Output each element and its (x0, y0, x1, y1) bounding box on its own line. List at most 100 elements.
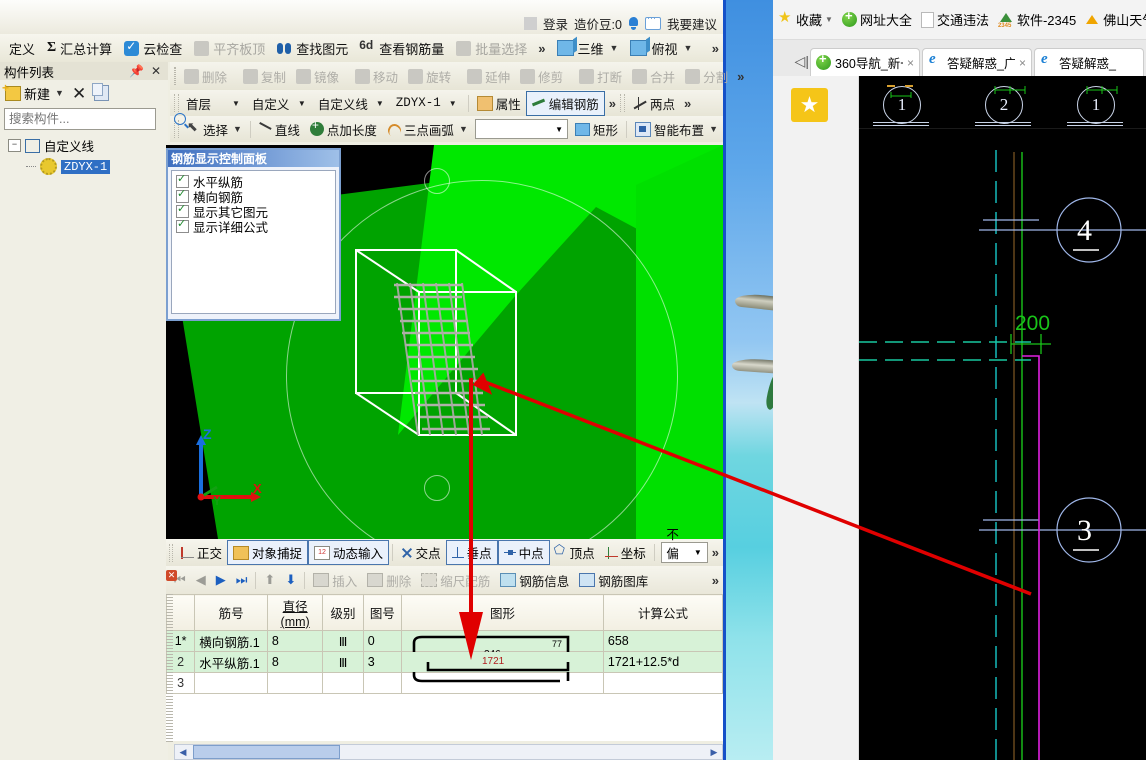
search-button[interactable] (174, 109, 186, 129)
point-add-length-tool[interactable]: 点加长度 (305, 118, 382, 141)
suggest-link[interactable]: 我要建议 (667, 14, 717, 33)
cell-rebar-name[interactable]: 横向钢筋.1 (194, 630, 268, 652)
line-tool[interactable]: 直线 (254, 118, 305, 141)
new-component-button[interactable]: 新建 ▼ (2, 81, 64, 103)
rdp-option-show-detailed-formula[interactable]: 显示详细公式 (176, 217, 335, 235)
status-perpendicular[interactable]: 垂点 (445, 540, 498, 565)
th-graph-no[interactable]: 图号 (362, 594, 403, 631)
rebar-library-button[interactable]: 钢筋图库 (574, 569, 653, 592)
delete-component-button[interactable]: ✕ (72, 85, 86, 102)
th-grade[interactable]: 级别 (322, 594, 364, 631)
cell-grade[interactable]: Ⅲ (322, 630, 364, 652)
category-selector[interactable]: 自定义 ▼ (248, 93, 314, 114)
message-icon[interactable] (644, 13, 661, 30)
table-row[interactable]: 2 水平纵筋.1 8 Ⅲ 3 1721 1721+12.5*d (166, 651, 723, 673)
cell-grade[interactable]: Ⅲ (322, 651, 364, 673)
th-rebar-no[interactable]: 筋号 (194, 594, 268, 631)
pin-icon[interactable]: 📌 (125, 64, 148, 78)
toolbar-grip[interactable] (169, 543, 173, 562)
tab-scroll-left-button[interactable]: ◁| (794, 46, 811, 76)
two-point-button[interactable]: 两点 (628, 92, 680, 115)
cell-graph-no[interactable]: 3 (362, 651, 403, 673)
cell-formula[interactable]: 658 (602, 630, 723, 652)
cell-diameter[interactable]: 8 (266, 630, 324, 652)
bookmark-favorites[interactable]: 收藏 ▼ (778, 8, 833, 29)
menu-item-cloud-check[interactable]: 云检查 (119, 37, 187, 60)
th-formula[interactable]: 计算公式 (602, 594, 723, 631)
bookmark-nav-sites[interactable]: 网址大全 (841, 8, 912, 29)
cell-rebar-name[interactable]: 水平纵筋.1 (194, 651, 268, 673)
menu-overflow-button[interactable]: » (534, 41, 549, 56)
chevron-down-icon[interactable]: ▼ (376, 99, 384, 108)
status-midpoint[interactable]: 中点 (497, 540, 550, 565)
close-icon[interactable]: ✕ (148, 64, 164, 78)
two-point-overflow-button[interactable]: » (680, 96, 695, 111)
toolbar-grip[interactable] (174, 67, 176, 85)
cell-rebar-name[interactable] (194, 672, 268, 694)
th-diameter[interactable]: 直径(mm) (266, 594, 324, 631)
status-intersection[interactable]: 交点 (396, 541, 446, 564)
table-horizontal-scrollbar[interactable]: ◀ ▶ (174, 744, 723, 760)
toolbar-grip[interactable] (619, 94, 625, 112)
offset-selector[interactable]: 不偏移 ▼ (661, 528, 708, 580)
member-selector[interactable]: ZDYX-1 ▼ (392, 95, 465, 111)
tree-node-child[interactable]: ZDYX-1 (2, 157, 166, 176)
edit-rebar-button[interactable]: 编辑钢筋 (525, 90, 605, 116)
tab-list-back-icon[interactable]: tab-list-back-icon (777, 46, 794, 76)
bell-icon[interactable] (628, 16, 639, 30)
chevron-down-icon[interactable]: ▼ (825, 15, 833, 24)
select-tool[interactable]: 选择 ▼ (182, 118, 247, 141)
search-input[interactable] (5, 112, 174, 126)
chevron-down-icon[interactable]: ▼ (449, 99, 457, 108)
th-shape[interactable]: 图形 (401, 594, 604, 631)
cad-drawing-viewer[interactable]: 1 2 1 4 3 200 (859, 76, 1146, 760)
scroll-right-button[interactable]: ▶ (706, 745, 722, 759)
bookmark-foshan-weather[interactable]: 佛山天气 (1085, 10, 1146, 29)
draw-mode-combo[interactable]: ▼ (474, 119, 569, 139)
chevron-down-icon[interactable]: ▼ (709, 124, 718, 134)
cell-formula[interactable] (602, 672, 723, 694)
browser-tab-360nav[interactable]: 360导航_新一 × (810, 48, 920, 76)
cell-grade[interactable] (322, 672, 364, 694)
cell-diameter[interactable] (266, 672, 324, 694)
three-point-arc-tool[interactable]: 三点画弧 ▼ (382, 118, 473, 141)
status-ortho[interactable]: 正交 (176, 541, 227, 564)
tree-expander-icon[interactable]: − (8, 139, 21, 152)
bookmark-traffic-violation[interactable]: 交通违法 (920, 10, 989, 29)
property-button[interactable]: 属性 (472, 92, 526, 115)
browser-tab-answers-2[interactable]: 答疑解惑_ (1034, 48, 1144, 76)
move-down-button[interactable]: ⬇ (280, 570, 301, 590)
property-overflow-button[interactable]: » (605, 96, 620, 111)
close-icon[interactable]: × (907, 56, 914, 70)
status-vertex[interactable]: 顶点 (550, 541, 600, 564)
cell-shape[interactable]: 1721 (401, 651, 604, 673)
edit-overflow-button[interactable]: » (733, 69, 748, 84)
status-overflow-button[interactable]: » (708, 545, 723, 560)
chevron-down-icon[interactable]: ▼ (232, 99, 240, 108)
cell-graph-no[interactable] (362, 672, 403, 694)
chevron-down-icon[interactable]: ▼ (683, 43, 692, 53)
copy-component-button[interactable] (92, 83, 110, 101)
nav-prev-button[interactable]: ◀ (191, 570, 211, 590)
chevron-down-icon[interactable]: ▼ (694, 548, 702, 557)
view-button-3d[interactable]: 三维 ▼ (552, 37, 624, 60)
status-dynamic-input[interactable]: 12 动态输入 (307, 540, 389, 565)
table-left-grip[interactable] (166, 594, 173, 744)
move-up-button[interactable]: ⬆ (259, 570, 280, 590)
chevron-down-icon[interactable]: ▼ (55, 88, 64, 98)
rebar-info-button[interactable]: 钢筋信息 (495, 569, 574, 592)
chevron-down-icon[interactable]: ▼ (610, 43, 619, 53)
login-link[interactable]: 登录 (543, 14, 568, 33)
menu-item-find-element[interactable]: 查找图元 (272, 37, 353, 60)
floor-selector[interactable]: 首层 ▼ (182, 93, 248, 114)
cell-formula[interactable]: 1721+12.5*d (602, 651, 723, 673)
chevron-down-icon[interactable]: ▼ (555, 125, 563, 134)
bookmark-star-icon[interactable]: ★ (791, 88, 828, 122)
bookmark-software-2345[interactable]: 软件-2345 (998, 10, 1076, 29)
browser-tab-answers-1[interactable]: 答疑解惑_广联 × (922, 48, 1032, 76)
nav-next-button[interactable]: ▶ (211, 570, 231, 590)
menu-item-view-rebar-qty[interactable]: 查看钢筋量 (355, 37, 449, 60)
chevron-down-icon[interactable]: ▼ (298, 99, 306, 108)
grid-overflow-button[interactable]: » (708, 573, 723, 588)
menu-item-define[interactable]: 定义 (4, 37, 40, 60)
